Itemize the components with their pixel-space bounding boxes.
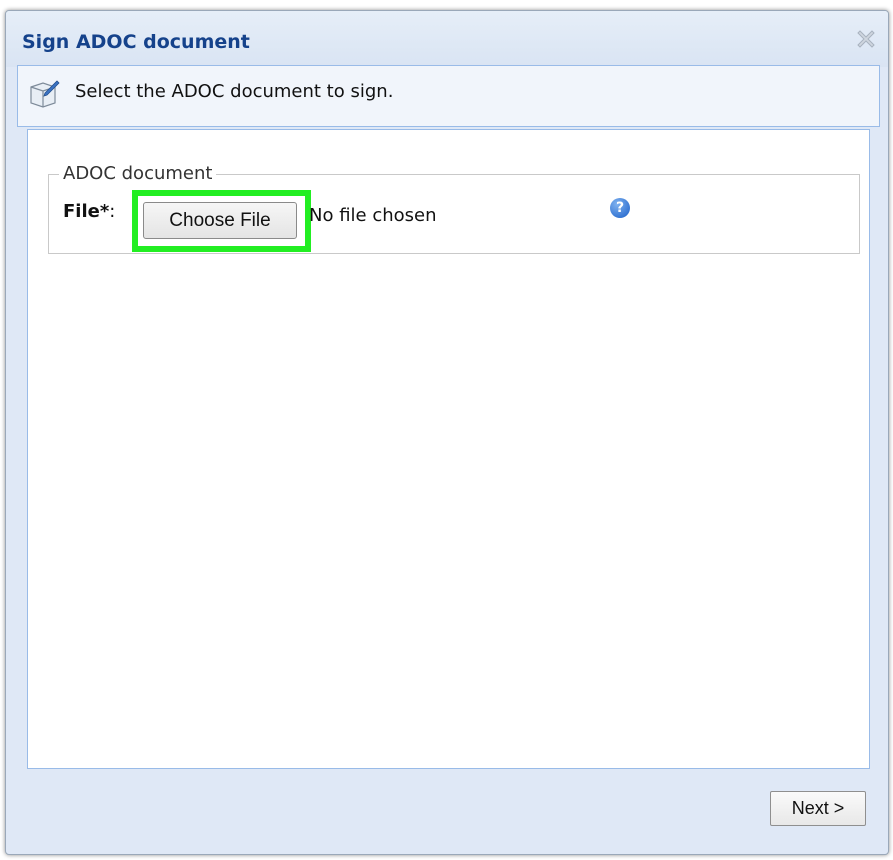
help-icon[interactable]: ? <box>610 198 630 218</box>
file-status-text: No file chosen <box>309 205 437 226</box>
close-icon[interactable] <box>854 27 878 51</box>
instruction-text: Select the ADOC document to sign. <box>75 81 394 102</box>
next-button[interactable]: Next > <box>770 791 866 826</box>
sign-document-icon <box>30 80 60 108</box>
fieldset-legend: ADOC document <box>59 163 217 184</box>
file-label-colon: : <box>109 201 116 222</box>
sign-adoc-dialog: Sign ADOC document Select the ADOC docum… <box>5 10 889 855</box>
dialog-titlebar: Sign ADOC document <box>6 11 888 67</box>
file-field-label: File*: <box>63 201 115 222</box>
file-label-text: File* <box>63 201 110 222</box>
dialog-footer: Next > <box>6 769 888 854</box>
choose-file-button[interactable]: Choose File <box>143 202 297 239</box>
dialog-title: Sign ADOC document <box>22 31 250 53</box>
form-panel: ADOC document File*: Choose File No file… <box>27 129 870 769</box>
adoc-document-fieldset: ADOC document File*: Choose File No file… <box>48 163 860 254</box>
instruction-panel: Select the ADOC document to sign. <box>17 65 880 127</box>
